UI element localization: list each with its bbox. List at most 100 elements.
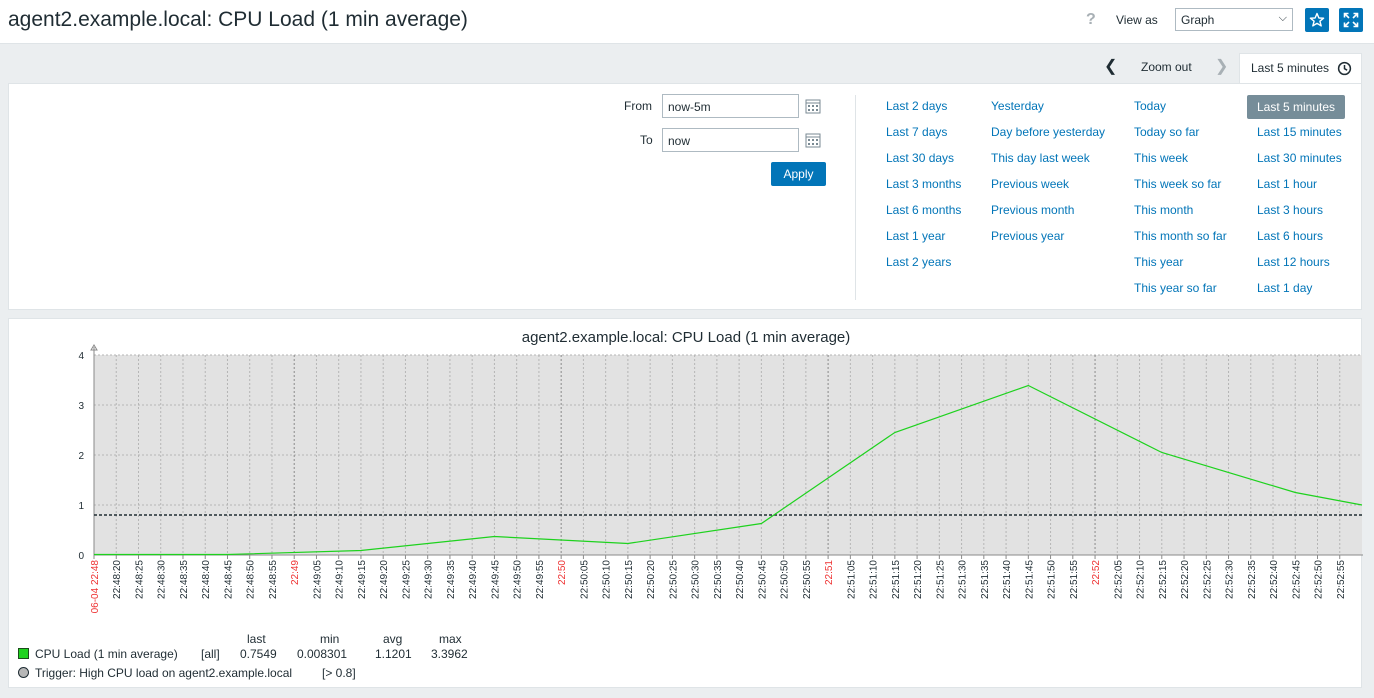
apply-button[interactable]: Apply (771, 162, 826, 186)
x-tick-label: 22:49:35 (446, 560, 457, 599)
chevron-left-icon[interactable]: ❮ (1104, 56, 1117, 76)
time-filter-panel: From now-5m To now Apply Last 2 days Last… (8, 83, 1362, 310)
cpu-load-chart[interactable]: 0 1 2 3 4 06-04 22:48 22:48:20 22:48:25 22:48:30… (9, 319, 1363, 629)
quick-range-link[interactable]: Last 30 minutes (1257, 147, 1345, 173)
x-tick-label: 22:50:45 (757, 560, 768, 599)
quick-range-link[interactable]: This year so far (1134, 277, 1227, 303)
x-tick-label: 22:51:35 (980, 560, 991, 599)
x-tick-label: 06-04 22:48 (90, 560, 101, 614)
legend-trigger-name: Trigger: High CPU load on agent2.example… (35, 666, 293, 680)
legend-series-swatch (17, 647, 31, 661)
quick-range-link[interactable]: Last 1 day (1257, 277, 1345, 303)
quick-ranges-column: Last 2 days Last 7 days Last 30 days Last 3… (886, 95, 961, 277)
quick-range-link[interactable]: Last 6 months (886, 199, 961, 225)
quick-range-link[interactable]: Last 3 months (886, 173, 961, 199)
y-tick-label: 0 (78, 551, 84, 562)
x-tick-label: 22:52:05 (1113, 560, 1124, 599)
x-tick-label: 22:48:45 (223, 560, 234, 599)
y-tick-label: 1 (78, 501, 84, 512)
view-as-select[interactable]: Graph ⌵ (1175, 8, 1293, 31)
legend-trigger-condition: [> 0.8] (322, 666, 356, 680)
legend-header-min: min (320, 632, 340, 646)
from-input[interactable]: now-5m (662, 94, 799, 118)
quick-range-link[interactable]: Today so far (1134, 121, 1227, 147)
fullscreen-button[interactable] (1339, 8, 1363, 32)
y-tick-label: 3 (78, 401, 84, 412)
quick-range-link[interactable]: This week so far (1134, 173, 1227, 199)
x-tick-label: 22:52:10 (1136, 560, 1147, 599)
y-tick-label: 2 (78, 451, 84, 462)
quick-ranges-column: Today Today so far This week This week so f… (1134, 95, 1227, 303)
quick-range-link[interactable]: This month so far (1134, 225, 1227, 251)
legend-max-value: 3.3962 (431, 647, 468, 661)
x-tick-label: 22:52:25 (1202, 560, 1213, 599)
quick-range-link[interactable]: Last 15 minutes (1257, 121, 1345, 147)
zoom-out-button[interactable]: Zoom out (1141, 60, 1192, 74)
quick-range-link[interactable]: This month (1134, 199, 1227, 225)
x-tick-label: 22:49:15 (357, 560, 368, 599)
fullscreen-icon (1343, 12, 1359, 28)
tab-time-range-label: Last 5 minutes (1251, 61, 1330, 75)
legend-last-value: 0.7549 (240, 647, 277, 661)
page-header: agent2.example.local: CPU Load (1 min av… (0, 0, 1374, 44)
legend-series-name: CPU Load (1 min average) (35, 647, 178, 661)
x-tick-label: 22:50:20 (646, 560, 657, 599)
quick-range-link[interactable]: Yesterday (991, 95, 1105, 121)
quick-range-link[interactable]: Previous month (991, 199, 1105, 225)
quick-range-link[interactable]: Last 7 days (886, 121, 961, 147)
time-selector-bar: ❮ Zoom out ❯ Last 5 minutes (0, 44, 1374, 84)
x-tick-label: 22:50:05 (579, 560, 590, 599)
x-tick-label: 22:52:20 (1180, 560, 1191, 599)
quick-range-link[interactable]: Last 1 hour (1257, 173, 1345, 199)
quick-range-link[interactable]: This week (1134, 147, 1227, 173)
from-label: From (624, 99, 652, 113)
divider (855, 95, 856, 300)
to-input[interactable]: now (662, 128, 799, 152)
x-tick-label: 22:48:30 (157, 560, 168, 599)
quick-range-link[interactable]: Last 1 year (886, 225, 961, 251)
x-tick-label: 22:50:25 (668, 560, 679, 599)
to-label: To (640, 133, 653, 147)
quick-ranges-column: Last 5 minutes Last 15 minutes Last 30 min… (1247, 95, 1346, 303)
quick-range-link[interactable]: Previous year (991, 225, 1105, 251)
legend-trigger-swatch (17, 666, 31, 680)
add-to-favorites-button[interactable] (1305, 8, 1329, 32)
legend-avg-value: 1.1201 (375, 647, 412, 661)
legend-header-avg: avg (383, 632, 403, 646)
quick-range-link[interactable]: Today (1134, 95, 1227, 121)
legend-header-max: max (439, 632, 462, 646)
x-tick-label: 22:51:45 (1024, 560, 1035, 599)
star-icon (1309, 12, 1325, 27)
x-tick-label: 22:52 (1091, 560, 1102, 585)
x-tick-label: 22:51 (824, 560, 835, 585)
x-tick-label: 22:48:35 (179, 560, 190, 599)
x-tick-label: 22:49 (290, 560, 301, 585)
quick-range-link[interactable]: Last 6 hours (1257, 225, 1345, 251)
x-tick-label: 22:51:20 (913, 560, 924, 599)
legend-min-value: 0.008301 (297, 647, 348, 661)
help-icon[interactable]: ? (1086, 11, 1096, 29)
quick-range-link[interactable]: Last 30 days (886, 147, 961, 173)
quick-range-link[interactable]: Last 2 days (886, 95, 961, 121)
quick-range-link[interactable]: Last 12 hours (1257, 251, 1345, 277)
x-tick-label: 22:50:15 (624, 560, 635, 599)
tab-time-range[interactable]: Last 5 minutes (1239, 53, 1362, 84)
x-tick-label: 22:50:30 (691, 560, 702, 599)
x-tick-label: 22:49:50 (513, 560, 524, 599)
x-tick-label: 22:52:35 (1247, 560, 1258, 599)
calendar-icon[interactable] (805, 98, 821, 114)
x-tick-label: 22:50:10 (602, 560, 613, 599)
quick-range-link[interactable]: This day last week (991, 147, 1105, 173)
quick-range-link[interactable]: Previous week (991, 173, 1105, 199)
chevron-right-icon[interactable]: ❯ (1215, 56, 1228, 76)
x-tick-label: 22:51:50 (1047, 560, 1058, 599)
quick-range-link[interactable]: Last 2 years (886, 251, 961, 277)
calendar-icon[interactable] (805, 132, 821, 148)
quick-range-link[interactable]: Day before yesterday (991, 121, 1105, 147)
chevron-down-icon: ⌵ (1278, 12, 1287, 24)
quick-range-link[interactable]: Last 5 minutes (1247, 95, 1346, 119)
x-tick-label: 22:52:50 (1314, 560, 1325, 599)
quick-range-link[interactable]: This year (1134, 251, 1227, 277)
page-title: agent2.example.local: CPU Load (1 min av… (8, 8, 468, 31)
quick-range-link[interactable]: Last 3 hours (1257, 199, 1345, 225)
